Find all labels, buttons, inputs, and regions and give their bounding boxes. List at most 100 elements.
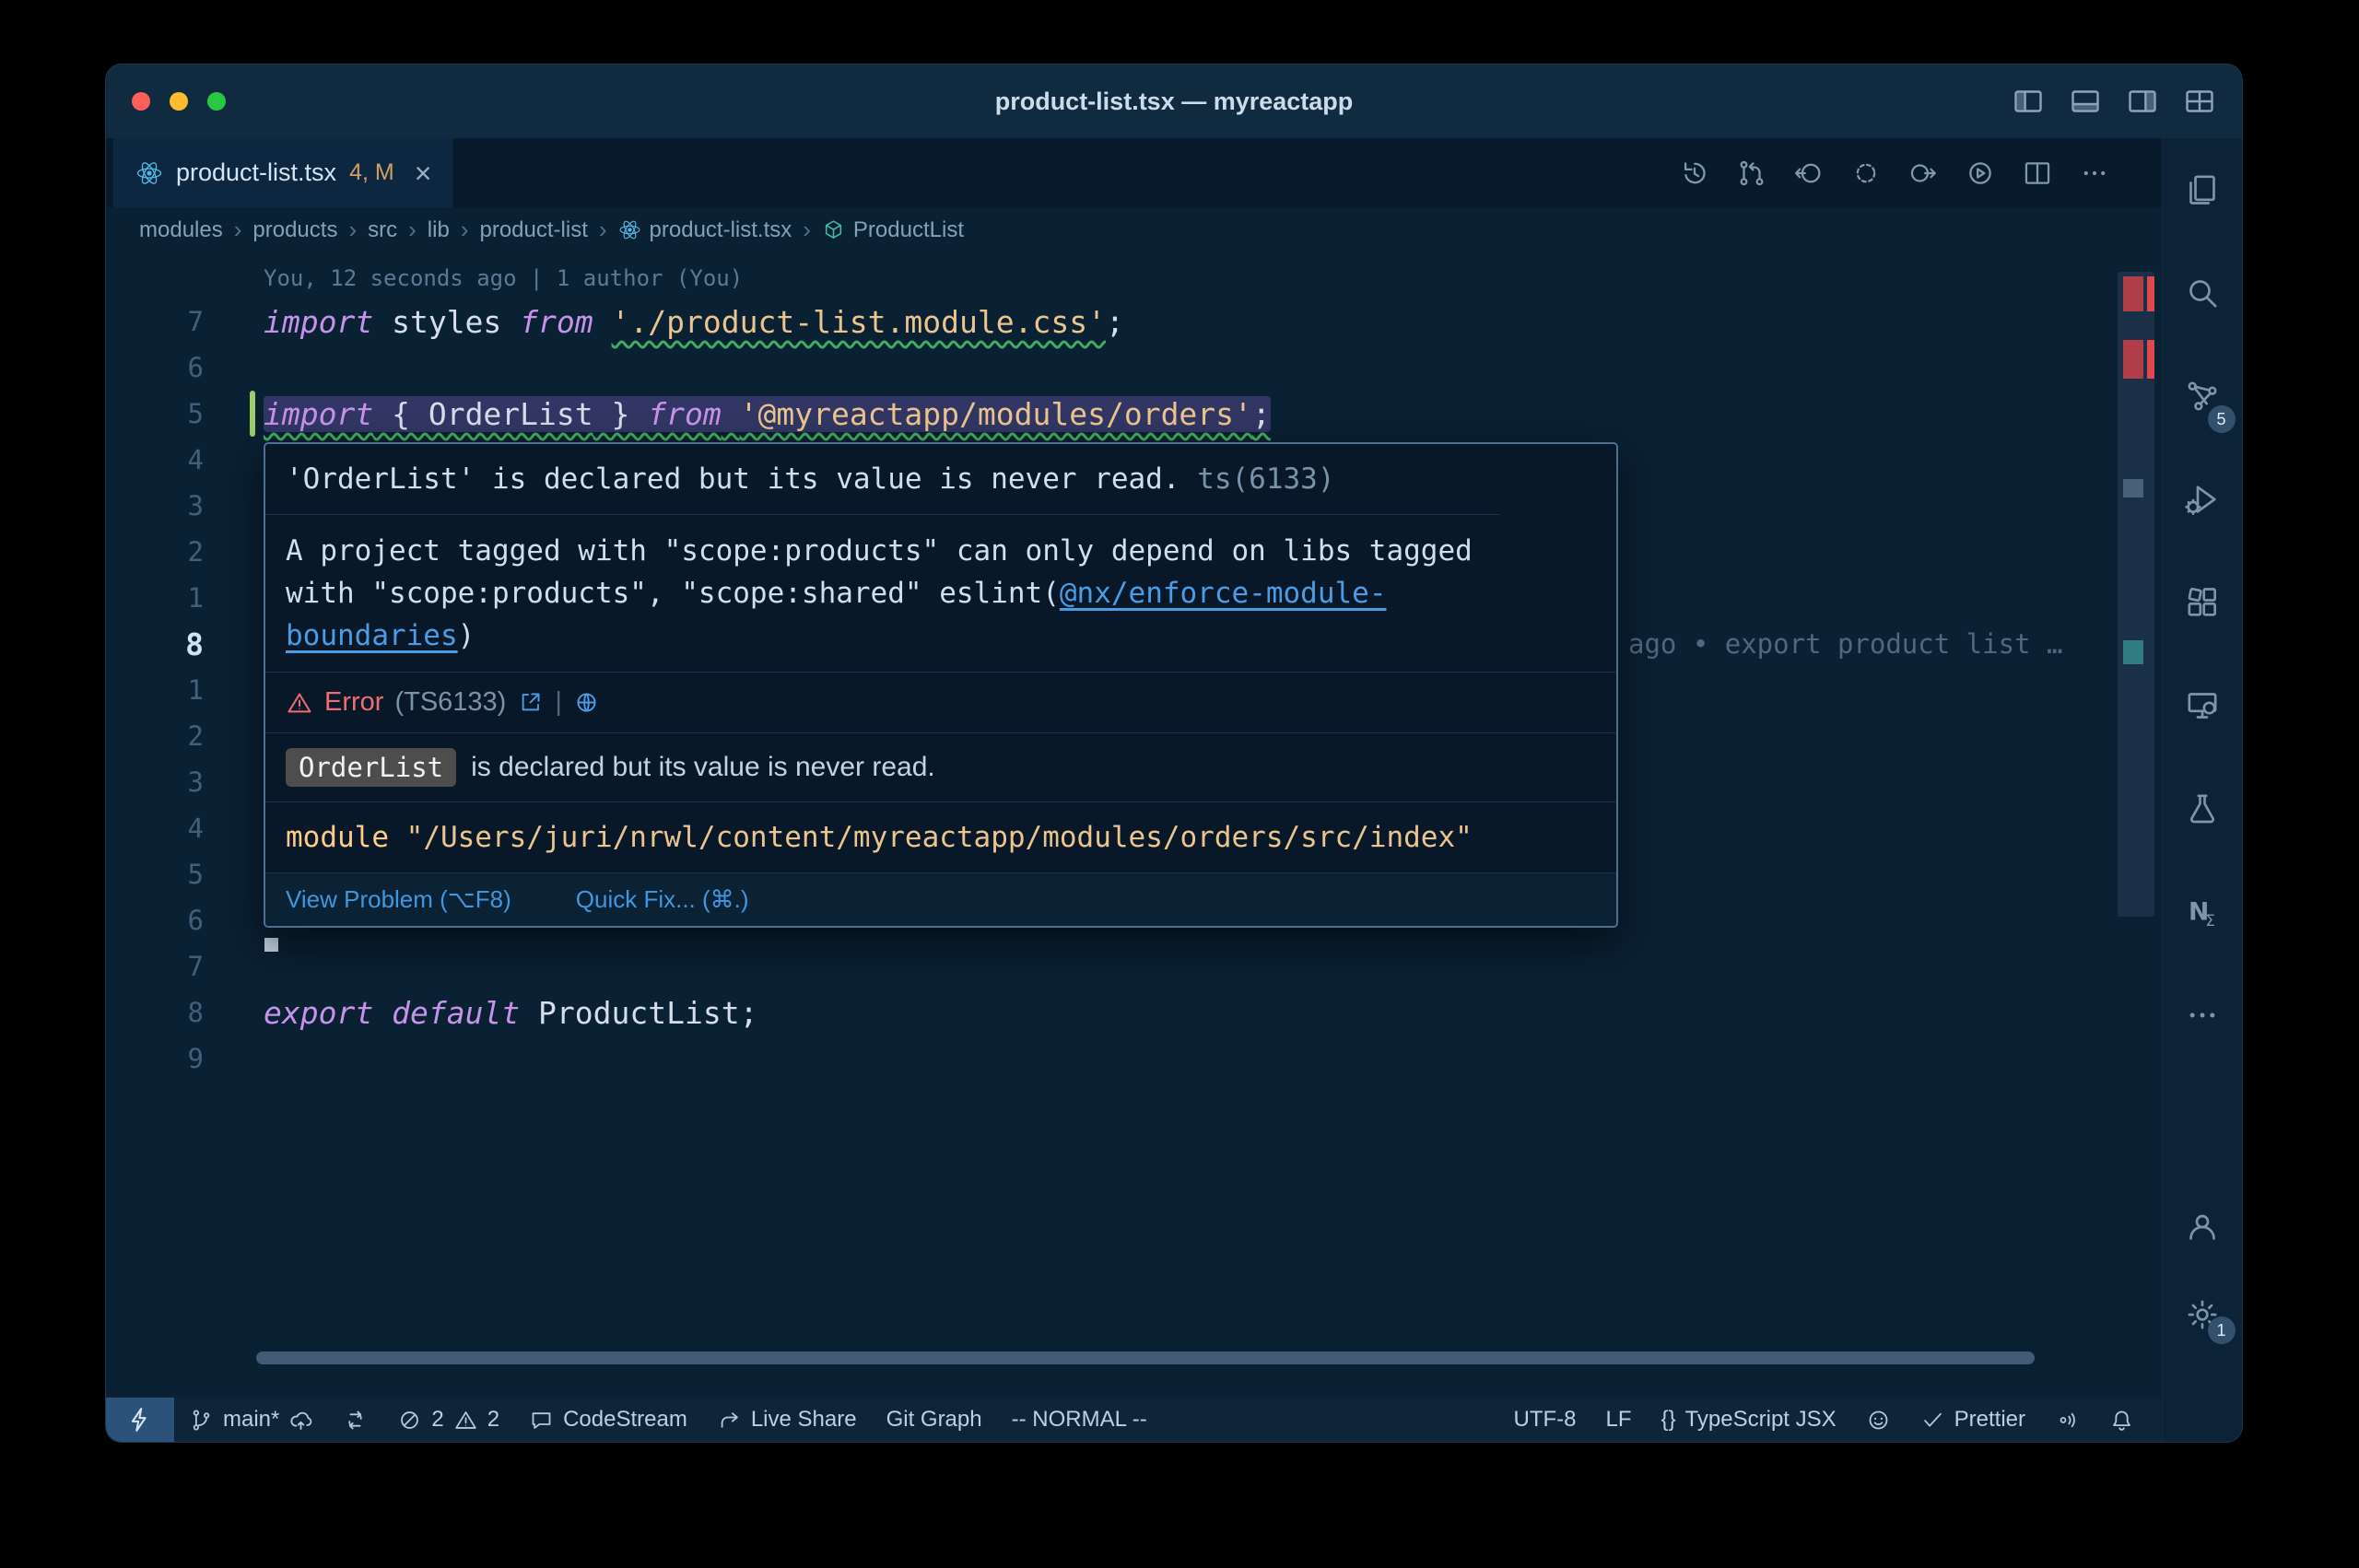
- breadcrumb-label: modules: [139, 217, 223, 243]
- line-number[interactable]: 5: [106, 859, 204, 890]
- breadcrumb-label: src: [368, 217, 397, 243]
- more-views-activity-item[interactable]: [2163, 964, 2243, 1067]
- breadcrumb-item-products[interactable]: products: [252, 217, 337, 243]
- minimize-window-button[interactable]: [170, 92, 188, 111]
- external-link-icon[interactable]: [517, 689, 544, 716]
- run-debug-activity-item[interactable]: [2163, 448, 2243, 551]
- search-activity-item[interactable]: [2163, 241, 2243, 345]
- code-line[interactable]: 9: [106, 1036, 2162, 1082]
- code-line[interactable]: 7: [106, 943, 2162, 989]
- line-number[interactable]: 6: [106, 352, 204, 383]
- vim-block-cursor: [264, 938, 278, 952]
- status-text: Git Graph: [886, 1407, 982, 1433]
- overview-ruler[interactable]: [2118, 252, 2154, 1342]
- code-line[interactable]: 8export default ProductList;: [106, 989, 2162, 1036]
- line-number[interactable]: 8: [106, 997, 204, 1028]
- live-share-item[interactable]: Live Share: [702, 1398, 872, 1442]
- timeline-icon[interactable]: [1679, 158, 1710, 189]
- error-mark: [2123, 276, 2143, 311]
- breadcrumb-item-product-list[interactable]: product-list: [479, 217, 587, 243]
- tab-decoration: 4, M: [349, 159, 394, 186]
- codestream-item[interactable]: CodeStream: [514, 1398, 702, 1442]
- extensions-activity-item[interactable]: [2163, 551, 2243, 654]
- circle-arrow-icon[interactable]: [1907, 158, 1939, 189]
- settings-activity-item[interactable]: 1: [2163, 1270, 2243, 1359]
- accounts-activity-item[interactable]: [2163, 1182, 2243, 1270]
- line-number[interactable]: 7: [106, 306, 204, 337]
- more-actions-icon[interactable]: [2079, 158, 2110, 189]
- nx-console-activity-item[interactable]: NΣ: [2163, 860, 2243, 964]
- line-number[interactable]: 4: [106, 444, 204, 475]
- line-number[interactable]: 1: [106, 674, 204, 706]
- globe-icon[interactable]: [573, 689, 600, 716]
- error-detail-text: is declared but its value is never read.: [471, 752, 935, 783]
- hover-error-row: Error (TS6133) |: [265, 672, 1616, 732]
- code-line[interactable]: 5import { OrderList } from '@myreactapp/…: [106, 391, 2162, 437]
- line-number[interactable]: 2: [106, 720, 204, 752]
- selection-mark: [2123, 640, 2143, 664]
- git-graph-item[interactable]: Git Graph: [872, 1398, 997, 1442]
- tab-product-list[interactable]: product-list.tsx 4, M ×: [113, 138, 454, 207]
- breadcrumb-item-lib[interactable]: lib: [428, 217, 450, 243]
- line-number[interactable]: 3: [106, 490, 204, 521]
- status-text: Prettier: [1954, 1407, 2025, 1433]
- quick-fix-link[interactable]: Quick Fix... (⌘.): [576, 885, 749, 914]
- broadcast-item[interactable]: [2040, 1398, 2095, 1442]
- close-window-button[interactable]: [132, 92, 150, 111]
- prettier-item[interactable]: Prettier: [1906, 1398, 2040, 1442]
- vim-mode-item[interactable]: -- NORMAL --: [997, 1398, 1162, 1442]
- blame-codelens[interactable]: You, 12 seconds ago | 1 author (You): [106, 252, 2162, 298]
- zoom-window-button[interactable]: [207, 92, 226, 111]
- explorer-activity-item[interactable]: [2163, 138, 2243, 241]
- line-number[interactable]: 4: [106, 813, 204, 844]
- line-number[interactable]: 3: [106, 766, 204, 798]
- customize-layout-icon[interactable]: [2183, 85, 2216, 118]
- testing-activity-item[interactable]: [2163, 757, 2243, 860]
- circle-outline-icon[interactable]: [1850, 158, 1882, 189]
- status-text: CodeStream: [563, 1407, 687, 1433]
- notifications-item[interactable]: [2095, 1398, 2149, 1442]
- line-number[interactable]: 5: [106, 398, 204, 429]
- copilot-item[interactable]: [1851, 1398, 1906, 1442]
- breadcrumb-item-productlist[interactable]: ProductList: [822, 217, 964, 243]
- code-editor[interactable]: You, 12 seconds ago | 1 author (You) 7 im…: [106, 252, 2162, 1398]
- navigate-back-icon[interactable]: [1793, 158, 1825, 189]
- gutter-change-decoration: [250, 989, 255, 1036]
- breadcrumb-item-product-list-tsx[interactable]: product-list.tsx: [618, 217, 792, 243]
- encoding-item[interactable]: UTF-8: [1499, 1398, 1591, 1442]
- remote-explorer-activity-item[interactable]: [2163, 654, 2243, 757]
- split-editor-icon[interactable]: [2022, 158, 2053, 189]
- branch-item[interactable]: main*: [174, 1398, 328, 1442]
- line-number[interactable]: 1: [106, 582, 204, 614]
- remote-explorer-icon: [2184, 687, 2221, 724]
- code-token: import: [264, 304, 373, 340]
- breadcrumb-item-modules[interactable]: modules: [139, 217, 223, 243]
- code-line[interactable]: 7import styles from './product-list.modu…: [106, 298, 2162, 345]
- compare-changes-icon: [343, 1408, 368, 1433]
- eol-item[interactable]: LF: [1591, 1398, 1647, 1442]
- breadcrumb-label: products: [252, 217, 337, 243]
- view-problem-link[interactable]: View Problem (⌥F8): [286, 885, 511, 914]
- breadcrumb-item-src[interactable]: src: [368, 217, 397, 243]
- problems-item[interactable]: 22: [382, 1398, 514, 1442]
- toggle-secondary-sidebar-icon[interactable]: [2126, 85, 2159, 118]
- toggle-sidebar-icon[interactable]: [2012, 85, 2045, 118]
- svg-text:Σ: Σ: [2205, 912, 2215, 930]
- horizontal-scrollbar[interactable]: [256, 1352, 2035, 1364]
- close-tab-button[interactable]: ×: [415, 158, 432, 188]
- source-control-activity-item[interactable]: 5: [2163, 345, 2243, 448]
- line-number[interactable]: 2: [106, 536, 204, 568]
- separator: |: [555, 687, 562, 718]
- line-number[interactable]: 6: [106, 905, 204, 936]
- line-number[interactable]: 9: [106, 1043, 204, 1074]
- compare-item[interactable]: [328, 1398, 382, 1442]
- compare-ref-icon[interactable]: [1736, 158, 1767, 189]
- symbol-chip: OrderList: [286, 748, 456, 787]
- run-file-icon[interactable]: [1965, 158, 1996, 189]
- code-line[interactable]: 6: [106, 345, 2162, 391]
- line-number[interactable]: 7: [106, 951, 204, 982]
- language-item[interactable]: {}TypeScript JSX: [1647, 1398, 1851, 1442]
- toggle-panel-icon[interactable]: [2069, 85, 2102, 118]
- remote-indicator[interactable]: [106, 1398, 174, 1442]
- line-number[interactable]: 8: [106, 626, 204, 662]
